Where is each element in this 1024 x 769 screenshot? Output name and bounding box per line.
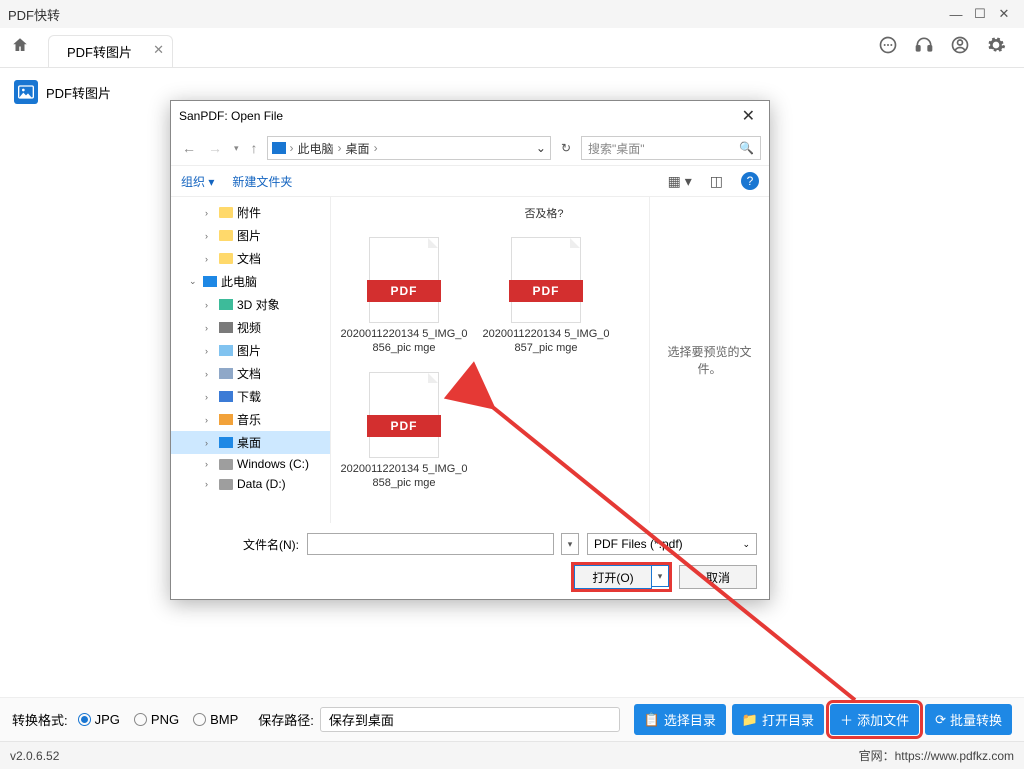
dialog-toolbar: 组织 ▾ 新建文件夹 ▦ ▾ ◫ ? <box>171 165 769 197</box>
open-button-group: 打开(O) ▾ <box>574 565 669 589</box>
path-label: 保存路径: <box>258 710 314 729</box>
site-url[interactable]: https://www.pdfkz.com <box>895 749 1014 763</box>
open-file-dialog: SanPDF: Open File ✕ ← → ▾ ↑ › 此电脑 › 桌面 ›… <box>170 100 770 600</box>
tree-item[interactable]: ›Data (D:) <box>171 474 330 494</box>
search-input[interactable]: 搜索"桌面" 🔍 <box>581 136 761 160</box>
dialog-nav: ← → ▾ ↑ › 此电脑 › 桌面 › ⌄ ↻ 搜索"桌面" 🔍 <box>171 131 769 165</box>
headset-icon[interactable] <box>914 35 934 60</box>
dialog-close-button[interactable]: ✕ <box>736 106 761 126</box>
tree-item[interactable]: ›音乐 <box>171 408 330 431</box>
choose-dir-button[interactable]: 📋 选择目录 <box>634 704 726 735</box>
pdf-icon: PDF <box>369 237 439 323</box>
radio-bmp[interactable]: BMP <box>193 712 238 727</box>
tab-label: PDF转图片 <box>67 45 132 60</box>
pdf-icon: PDF <box>369 372 439 458</box>
open-button[interactable]: 打开(O) <box>574 565 652 589</box>
cancel-button[interactable]: 取消 <box>679 565 757 589</box>
monitor-icon <box>272 142 286 154</box>
format-label: 转换格式: <box>12 710 68 729</box>
app-title: PDF快转 <box>8 5 60 24</box>
site-label: 官网： <box>859 747 895 764</box>
radio-png[interactable]: PNG <box>134 712 179 727</box>
view-mode-icon[interactable]: ▦ ▾ <box>668 173 692 190</box>
image-icon <box>14 80 38 104</box>
tree-item[interactable]: ›3D 对象 <box>171 293 330 316</box>
file-item[interactable]: PDF 2020011220134 5_IMG_0856_pic mge <box>339 237 469 356</box>
tree-item[interactable]: ›视频 <box>171 316 330 339</box>
file-item[interactable]: PDF 2020011220134 5_IMG_0857_pic mge <box>481 237 611 356</box>
search-icon: 🔍 <box>739 141 754 155</box>
status-bar: v2.0.6.52 官网： https://www.pdfkz.com <box>0 741 1024 769</box>
tree-item[interactable]: ›图片 <box>171 339 330 362</box>
chat-icon[interactable] <box>878 35 898 60</box>
home-icon[interactable] <box>10 36 30 59</box>
sidebar-item-label: PDF转图片 <box>46 83 111 102</box>
new-folder-button[interactable]: 新建文件夹 <box>232 173 292 190</box>
maximize-button[interactable]: ☐ <box>968 6 992 22</box>
refresh-icon[interactable]: ↻ <box>557 141 575 155</box>
preview-toggle-icon[interactable]: ◫ <box>710 173 723 190</box>
dialog-titlebar: SanPDF: Open File ✕ <box>171 101 769 131</box>
tab-close-icon[interactable]: ✕ <box>153 42 164 58</box>
gear-icon[interactable] <box>986 35 1006 60</box>
filename-label: 文件名(N): <box>243 536 299 553</box>
add-files-button[interactable]: ＋ 添加文件 <box>830 704 919 735</box>
preview-pane: 选择要预览的文件。 <box>649 197 769 523</box>
organize-button[interactable]: 组织 ▾ <box>181 173 214 190</box>
app-toolbar: PDF转图片 ✕ <box>0 28 1024 68</box>
filename-input[interactable] <box>307 533 554 555</box>
tree-item[interactable]: ›文档 <box>171 362 330 385</box>
chevron-down-icon[interactable]: ⌄ <box>536 141 546 155</box>
open-dropdown-icon[interactable]: ▾ <box>651 565 669 587</box>
tree-item-desktop[interactable]: ›桌面 <box>171 431 330 454</box>
pdf-icon: PDF <box>511 237 581 323</box>
batch-convert-button[interactable]: ⟳ 批量转换 <box>925 704 1012 735</box>
tree-item[interactable]: ›下载 <box>171 385 330 408</box>
minimize-button[interactable]: — <box>944 7 968 22</box>
tree-item[interactable]: ›Windows (C:) <box>171 454 330 474</box>
tab-pdf-to-image[interactable]: PDF转图片 ✕ <box>48 35 173 67</box>
filename-history-icon[interactable]: ▾ <box>561 533 579 555</box>
bottom-bar: 转换格式: JPG PNG BMP 保存路径: 📋 选择目录 📁 打开目录 ＋ … <box>0 697 1024 741</box>
truncated-label: 否及格? <box>479 205 609 221</box>
tree-item[interactable]: ›附件 <box>171 201 330 224</box>
save-path-input[interactable] <box>320 707 620 732</box>
tree-item[interactable]: ›图片 <box>171 224 330 247</box>
open-dir-button[interactable]: 📁 打开目录 <box>732 704 824 735</box>
close-button[interactable]: ✕ <box>992 6 1016 22</box>
tree-item[interactable]: ›文档 <box>171 247 330 270</box>
folder-tree[interactable]: ›附件 ›图片 ›文档 ⌄此电脑 ›3D 对象 ›视频 ›图片 ›文档 ›下载 … <box>171 197 331 523</box>
dialog-title: SanPDF: Open File <box>179 109 283 123</box>
help-icon[interactable]: ? <box>741 172 759 190</box>
file-type-select[interactable]: PDF Files (*.pdf)⌄ <box>587 533 757 555</box>
file-grid[interactable]: 否及格? PDF 2020011220134 5_IMG_0856_pic mg… <box>331 197 649 523</box>
nav-back-icon[interactable]: ← <box>179 140 199 156</box>
dialog-footer: 文件名(N): ▾ PDF Files (*.pdf)⌄ 打开(O) ▾ 取消 <box>171 523 769 599</box>
nav-forward-icon[interactable]: → <box>205 140 225 156</box>
file-item[interactable]: PDF 2020011220134 5_IMG_0858_pic mge <box>339 372 469 491</box>
tree-item-this-pc[interactable]: ⌄此电脑 <box>171 270 330 293</box>
nav-up-icon[interactable]: ↑ <box>248 140 261 156</box>
version-label: v2.0.6.52 <box>10 749 59 763</box>
user-icon[interactable] <box>950 35 970 60</box>
breadcrumb[interactable]: › 此电脑 › 桌面 › ⌄ <box>267 136 551 160</box>
nav-recent-icon[interactable]: ▾ <box>231 143 242 154</box>
radio-jpg[interactable]: JPG <box>78 712 120 727</box>
app-titlebar: PDF快转 — ☐ ✕ <box>0 0 1024 28</box>
